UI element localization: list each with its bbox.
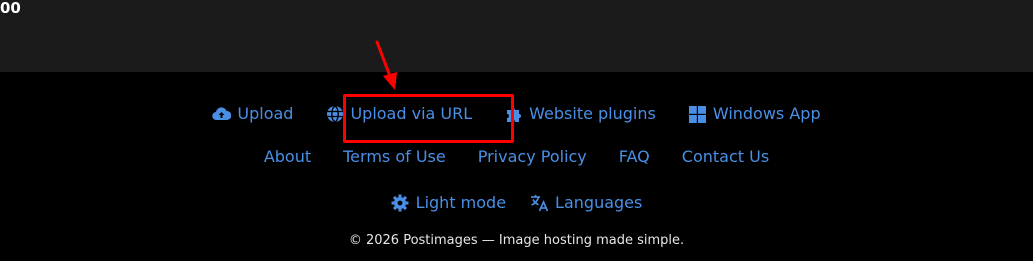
globe-icon bbox=[325, 105, 344, 124]
faq-link[interactable]: FAQ bbox=[619, 146, 650, 168]
annotation-arrow bbox=[375, 40, 397, 90]
copyright-row: © 2026 Postimages — Image hosting made s… bbox=[0, 232, 1033, 250]
secondary-links-row: About Terms of Use Privacy Policy FAQ Co… bbox=[0, 146, 1033, 168]
highlight-box-annotation bbox=[343, 94, 514, 143]
windows-app-label: Windows App bbox=[712, 104, 821, 123]
windows-icon bbox=[688, 105, 707, 124]
primary-links-row: Upload Upload via URL Website plugins Wi… bbox=[0, 103, 1033, 125]
site-footer: Upload Upload via URL Website plugins Wi… bbox=[0, 72, 1033, 261]
about-link[interactable]: About bbox=[264, 146, 311, 168]
light-mode-label: Light mode bbox=[415, 193, 507, 212]
copyright-text: © 2026 Postimages — Image hosting made s… bbox=[348, 233, 685, 248]
languages-link[interactable]: Languages bbox=[530, 192, 642, 214]
contact-us-link[interactable]: Contact Us bbox=[682, 146, 769, 168]
terms-of-use-link[interactable]: Terms of Use bbox=[343, 146, 446, 168]
translate-icon bbox=[530, 194, 549, 213]
cloud-upload-icon bbox=[212, 105, 232, 124]
privacy-policy-link[interactable]: Privacy Policy bbox=[478, 146, 587, 168]
settings-links-row: Light mode Languages bbox=[0, 192, 1033, 214]
languages-label: Languages bbox=[555, 193, 643, 212]
upload-link-label: Upload bbox=[237, 104, 294, 123]
top-text-fragment: 00 bbox=[0, 0, 21, 17]
upload-link[interactable]: Upload bbox=[212, 103, 293, 125]
website-plugins-link[interactable]: Website plugins bbox=[504, 103, 656, 125]
website-plugins-label: Website plugins bbox=[529, 104, 656, 123]
light-mode-toggle[interactable]: Light mode bbox=[391, 192, 506, 214]
gear-icon bbox=[391, 194, 410, 213]
top-strip: 00 bbox=[0, 0, 1033, 72]
windows-app-link[interactable]: Windows App bbox=[688, 103, 821, 125]
